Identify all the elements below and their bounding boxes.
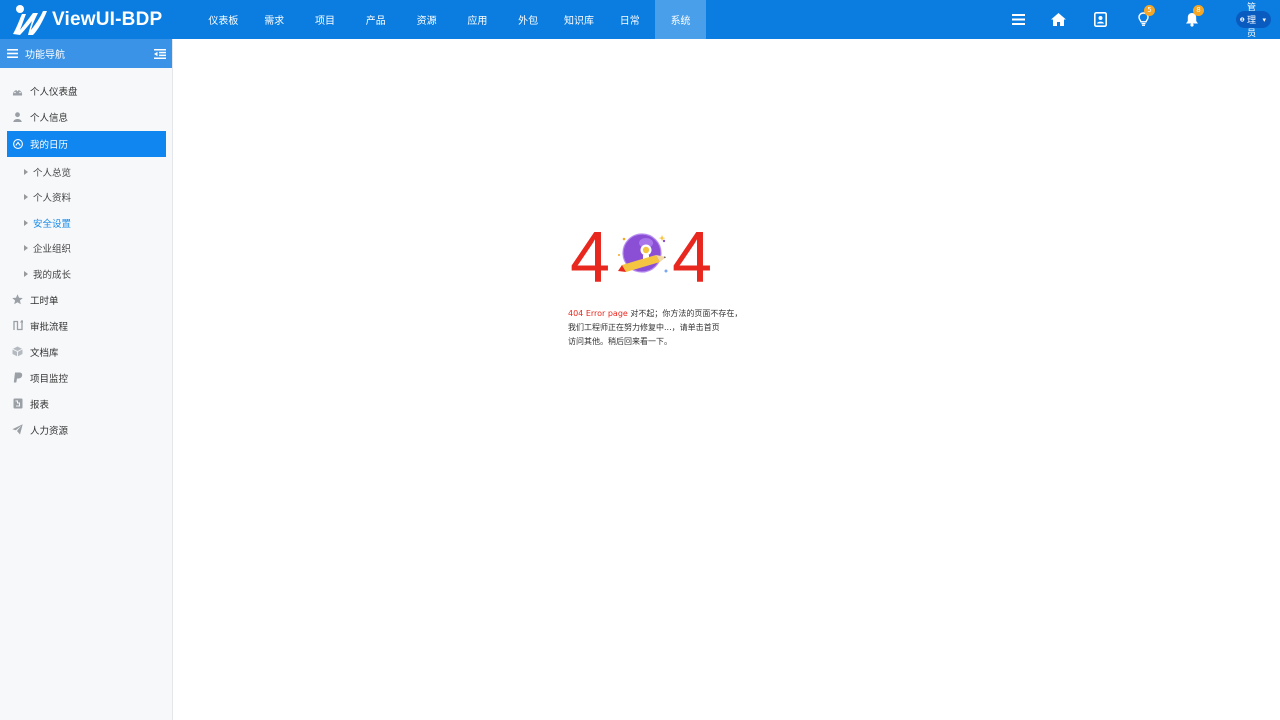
sidebar-title: 功能导航 xyxy=(25,50,65,61)
error-code: 4 4 xyxy=(568,218,768,298)
error-message-line-2: 我们工程师正在努力修复中...，请单击首页 xyxy=(568,323,720,332)
report-icon xyxy=(12,398,23,409)
error-message: 404 Error page 对不起；你方法的页面不存在， 我们工程师正在努力修… xyxy=(568,307,743,349)
sidebar-header: 功能导航 xyxy=(0,39,172,68)
user-icon xyxy=(12,112,23,123)
caret-right-icon xyxy=(24,245,28,252)
sidebar-item-human-resources[interactable]: 人力资源 xyxy=(0,417,172,443)
nav-item-daily[interactable]: 日常 xyxy=(604,0,655,39)
caret-right-icon xyxy=(24,219,28,226)
nav-item-applications[interactable]: 应用 xyxy=(452,0,503,39)
nav-item-outsourcing[interactable]: 外包 xyxy=(503,0,554,39)
error-line-1-text: 对不起；你方法的页面不存在， xyxy=(627,309,743,318)
sidebar-menu: 个人仪表盘 个人信息 我的日历 个人总览 个人资料 安全设置 企业组织 我的成长… xyxy=(0,78,172,443)
contacts-icon[interactable] xyxy=(1090,9,1110,29)
hamburger-icon[interactable] xyxy=(7,49,18,58)
sidebar-item-label: 审批流程 xyxy=(30,321,69,333)
error-digit-right: 4 xyxy=(672,218,713,298)
nav-item-knowledge[interactable]: 知识库 xyxy=(554,0,605,39)
dashboard-icon xyxy=(12,86,23,97)
sidebar-item-label: 报表 xyxy=(30,399,50,411)
sidebar-subitem-label: 个人总览 xyxy=(33,167,72,179)
sidebar-item-label: 个人信息 xyxy=(30,113,69,124)
home-icon[interactable] xyxy=(1048,9,1068,29)
sidebar-item-my-calendar[interactable]: 我的日历 xyxy=(7,131,166,157)
nav-item-projects[interactable]: 项目 xyxy=(300,0,351,39)
paper-plane-icon xyxy=(12,424,23,435)
bell-badge: 8 xyxy=(1193,5,1204,16)
sidebar-subitem-label: 企业组织 xyxy=(33,244,72,256)
error-message-line-1: 404 Error page 对不起；你方法的页面不存在， xyxy=(568,307,743,321)
sidebar-subitem-security-settings[interactable]: 安全设置 xyxy=(0,210,172,236)
sidebar-item-project-monitor[interactable]: 项目监控 xyxy=(0,365,172,391)
caret-right-icon xyxy=(24,270,28,277)
logo-text: ViewUI-BDP xyxy=(52,8,163,30)
nav-item-requirements[interactable]: 需求 xyxy=(249,0,300,39)
caret-right-icon xyxy=(24,168,28,175)
nav-item-resources[interactable]: 资源 xyxy=(401,0,452,39)
lightbulb-badge: 5 xyxy=(1144,5,1155,16)
sidebar-item-label: 个人仪表盘 xyxy=(30,87,78,98)
sidebar-item-label: 文档库 xyxy=(30,347,59,359)
sidebar-item-document-library[interactable]: 文档库 xyxy=(0,339,172,365)
app-logo[interactable]: ViewUI-BDP xyxy=(10,3,162,36)
sidebar-subitem-label: 我的成长 xyxy=(33,269,72,281)
top-bar: ViewUI-BDP 仪表板 需求 项目 产品 资源 应用 外包 知识库 日常 … xyxy=(0,0,1280,39)
nav-item-dashboard[interactable]: 仪表板 xyxy=(198,0,249,39)
main-nav: 仪表板 需求 项目 产品 资源 应用 外包 知识库 日常 系统 xyxy=(198,0,706,39)
error-404-panel: 4 4 404 Error page 对不起；你方法的页面不存在， 我们工程师正… xyxy=(568,218,768,349)
error-message-line-3: 访问其他。稍后回来看一下。 xyxy=(568,337,672,346)
sidebar-item-reports[interactable]: 报表 xyxy=(0,391,172,417)
user-name: 管理员 xyxy=(1246,3,1256,39)
sidebar: 功能导航 个人仪表盘 个人信息 我的日历 个人总览 个人资料 安全设置 企业组织… xyxy=(0,39,173,720)
sidebar-subitem-label: 安全设置 xyxy=(33,218,72,230)
flow-icon xyxy=(12,320,23,331)
bell-icon[interactable]: 8 xyxy=(1182,5,1204,29)
paypal-icon xyxy=(12,372,23,383)
star-icon xyxy=(12,294,23,305)
user-circle-icon xyxy=(1240,17,1245,22)
sidebar-subitem-profile[interactable]: 个人资料 xyxy=(0,185,172,211)
sidebar-item-label: 项目监控 xyxy=(30,373,69,385)
menu-icon[interactable] xyxy=(1008,9,1028,29)
sidebar-item-label: 工时单 xyxy=(30,295,59,307)
sidebar-item-personal-dashboard[interactable]: 个人仪表盘 xyxy=(0,78,172,104)
sidebar-subitem-my-growth[interactable]: 我的成长 xyxy=(0,261,172,287)
cube-icon xyxy=(12,346,23,357)
sidebar-item-timesheet[interactable]: 工时单 xyxy=(0,287,172,313)
nav-item-system[interactable]: 系统 xyxy=(655,0,706,39)
sidebar-subitem-overview[interactable]: 个人总览 xyxy=(0,159,172,185)
sidebar-subitem-label: 个人资料 xyxy=(33,193,72,205)
astronaut-pencil-illustration-icon xyxy=(618,233,668,273)
error-title: 404 Error page xyxy=(568,309,628,318)
sidebar-subitem-organization[interactable]: 企业组织 xyxy=(0,236,172,262)
sidebar-item-label: 我的日历 xyxy=(30,140,69,151)
sidebar-item-label: 人力资源 xyxy=(30,425,69,437)
caret-right-icon xyxy=(24,194,28,201)
main-content: 4 4 404 Error page 对不起；你方法的页面不存在， 我们工程师正… xyxy=(174,39,1280,720)
chevron-down-icon: ▾ xyxy=(1262,15,1266,24)
calendar-icon xyxy=(12,139,23,150)
sidebar-item-personal-info[interactable]: 个人信息 xyxy=(0,104,172,130)
collapse-sidebar-icon[interactable] xyxy=(154,49,166,59)
error-digit-left: 4 xyxy=(570,218,611,298)
logo-icon xyxy=(13,5,47,35)
user-menu-button[interactable]: 管理员 ▾ xyxy=(1236,3,1271,39)
nav-item-products[interactable]: 产品 xyxy=(350,0,401,39)
lightbulb-icon[interactable]: 5 xyxy=(1133,5,1155,29)
sidebar-item-approval-flow[interactable]: 审批流程 xyxy=(0,313,172,339)
